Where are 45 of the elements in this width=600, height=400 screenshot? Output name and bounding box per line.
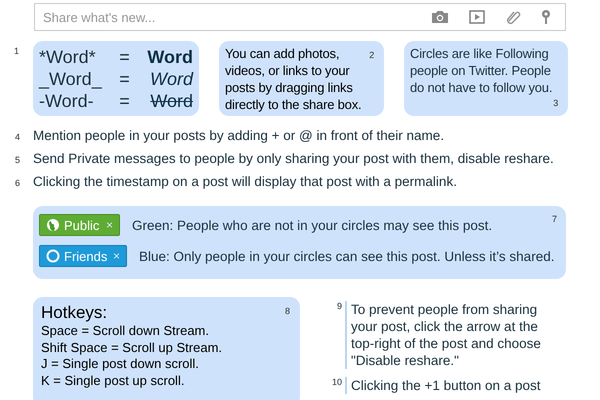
tip-text: Circles are like Following people on Twitter. People do not have to follow you.: [410, 46, 552, 95]
tip-text: Clicking the timestamp on a post will display that post with a permalink.: [33, 174, 457, 189]
formatted-word: Word: [149, 90, 193, 112]
tip-number: 7: [552, 214, 557, 224]
equals-sign: =: [118, 68, 131, 90]
video-icon[interactable]: [469, 10, 485, 24]
tip-text: Green: People who are not in your circles may see this post.: [132, 218, 492, 232]
share-input[interactable]: Share what's new...: [43, 10, 411, 24]
hotkeys-title: Hotkeys:: [41, 303, 108, 323]
hotkey-text: Shift Space = Scroll up Stream.: [41, 340, 224, 356]
tip-text: Send Private messages to people by only sharing your post with them, disable reshare.: [33, 151, 554, 166]
hotkey-text: J = Single post down scroll.: [41, 356, 200, 373]
camera-icon[interactable]: [431, 10, 449, 24]
hotkey-text: K = Single post up scroll.: [41, 372, 186, 390]
remove-icon[interactable]: ×: [106, 218, 113, 232]
equals-sign: =: [118, 46, 131, 68]
globe-icon: [46, 218, 60, 232]
circle-icon: [46, 249, 60, 263]
tip-number: 9: [336, 301, 343, 313]
tip-text: To prevent people from sharing your post, click the arrow at the top-right of the post and choose "Disable reshare.": [345, 301, 561, 369]
tip-number: 6: [14, 178, 22, 188]
share-field[interactable]: Share what's new...: [34, 3, 566, 31]
markup-text: -Word-: [39, 90, 95, 112]
markup-text: _Word_: [39, 68, 103, 90]
equals-sign: =: [118, 90, 131, 112]
visibility-chip[interactable]: Public ×: [39, 214, 120, 236]
tip-number: 3: [553, 97, 558, 110]
visibility-chip[interactable]: Friends ×: [39, 245, 127, 267]
tip-text: Clicking the +1 button on a post: [345, 377, 561, 394]
markup-text: *Word*: [39, 46, 97, 68]
location-pin-icon[interactable]: [541, 9, 551, 25]
hotkey-text: Space = Scroll down Stream.: [41, 323, 210, 340]
tip-text: Blue: Only people in your circles can see this post. Unless it’s shared.: [139, 248, 554, 264]
tip-number: 5: [14, 155, 22, 165]
tip-number: 4: [14, 132, 22, 142]
paperclip-icon[interactable]: [505, 9, 521, 25]
tip-number: 10: [330, 377, 343, 389]
tip-text: Mention people in your posts by adding + or @ in front of their name.: [33, 128, 444, 143]
tip-number: 1: [14, 46, 20, 56]
formatted-word: Word: [148, 68, 193, 90]
remove-icon[interactable]: ×: [112, 249, 120, 263]
tip-number: 8: [284, 305, 290, 318]
tip-text: You can add photos, videos, or links to your posts by dragging links directly to the share box.: [225, 46, 362, 112]
tip-number: 2: [369, 49, 374, 62]
formatted-word: Word: [146, 46, 193, 68]
